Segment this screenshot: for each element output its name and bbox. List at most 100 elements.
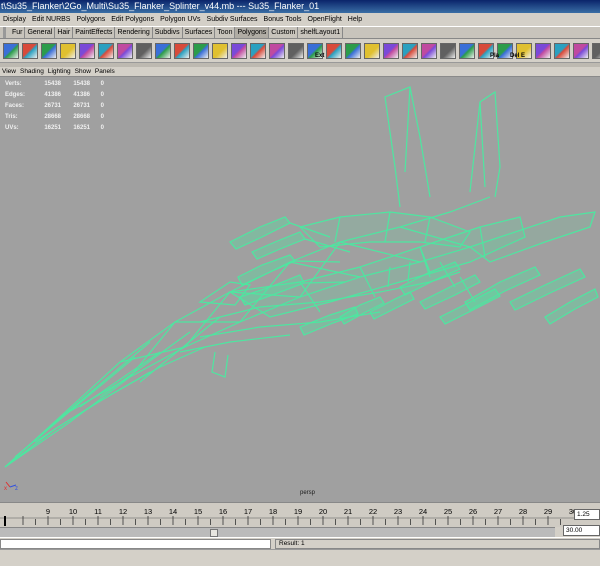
- hud-value: 0: [100, 114, 104, 120]
- menu-openflight[interactable]: OpenFlight: [305, 13, 345, 26]
- panel-menu-panels[interactable]: Panels: [93, 67, 117, 77]
- hud-label: Edges:: [5, 92, 26, 98]
- timeline-tick-label: 12: [119, 507, 127, 516]
- shelf-tool-icon[interactable]: [269, 43, 285, 59]
- shelf-tab-fur[interactable]: Fur: [10, 27, 26, 38]
- timeline-tick-label: 20: [319, 507, 327, 516]
- range-slider[interactable]: [0, 527, 600, 537]
- shelf-tool-icon[interactable]: [41, 43, 57, 59]
- shelf-tool-icon[interactable]: [573, 43, 589, 59]
- shelf-tab-hair[interactable]: Hair: [55, 27, 74, 38]
- menu-display[interactable]: Display: [0, 13, 29, 26]
- timeline-tick-label: 24: [419, 507, 427, 516]
- su35-wireframe-model[interactable]: [0, 77, 600, 502]
- menu-subdiv-surfaces[interactable]: Subdiv Surfaces: [204, 13, 261, 26]
- hud-value: 0: [100, 103, 104, 109]
- hud-value: 0: [100, 92, 104, 98]
- shelf-tab-rendering[interactable]: Rendering: [115, 27, 153, 38]
- shelf-icon-bar: Ext Pla Del E: [0, 39, 600, 63]
- shelf-tool-icon[interactable]: [364, 43, 380, 59]
- menu-polygons[interactable]: Polygons: [73, 13, 108, 26]
- axis-gizmo-icon: x z: [4, 481, 18, 491]
- hud-label: UVs:: [5, 125, 19, 131]
- shelf-tool-icon[interactable]: [459, 43, 475, 59]
- shelf-tool-icon[interactable]: [250, 43, 266, 59]
- panel-menu-shading[interactable]: Shading: [18, 67, 46, 77]
- perspective-viewport[interactable]: Verts: 15438 15438 0 Edges: 41386 41386 0 Faces:…: [0, 77, 600, 502]
- shelf-tool-icon[interactable]: [326, 43, 342, 59]
- shelf-tool-icon[interactable]: [345, 43, 361, 59]
- shelf-tab-subdivs[interactable]: Subdivs: [153, 27, 183, 38]
- shelf-tool-icon[interactable]: [117, 43, 133, 59]
- timeline-tick-label: 21: [344, 507, 352, 516]
- shelf-tool-icon[interactable]: [136, 43, 152, 59]
- shelf-tool-icon[interactable]: [402, 43, 418, 59]
- shelf-tool-icon[interactable]: [212, 43, 228, 59]
- timeline-tick-label: 28: [519, 507, 527, 516]
- shelf-tool-icon[interactable]: [231, 43, 247, 59]
- shelf-tab-toon[interactable]: Toon: [215, 27, 236, 38]
- timeline-tick-label: 14: [169, 507, 177, 516]
- shelf-tab-painteffects[interactable]: PaintEffects: [73, 27, 116, 38]
- menu-edit-polygons[interactable]: Edit Polygons: [108, 13, 157, 26]
- shelf-icon-label: Ext: [315, 53, 325, 59]
- shelf-tool-icon[interactable]: [174, 43, 190, 59]
- timeline-tick-label: 13: [144, 507, 152, 516]
- timeline-tick-label: 26: [469, 507, 477, 516]
- shelf-tool-icon[interactable]: [288, 43, 304, 59]
- hud-label: Verts:: [5, 81, 22, 87]
- shelf-tool-icon[interactable]: [155, 43, 171, 59]
- timeline-tick-label: 25: [444, 507, 452, 516]
- time-slider-ruler[interactable]: 9 10 11 12 13 14 15 16 17 18 19 20 21 22 23 24 25 26 27 28 2…: [0, 503, 575, 528]
- shelf-tab-surfaces[interactable]: Surfaces: [183, 27, 216, 38]
- shelf-menu-grip[interactable]: [3, 27, 6, 38]
- shelf-tab-shelflayout1[interactable]: shelfLayout1: [298, 27, 344, 38]
- panel-menu-show[interactable]: Show: [73, 67, 93, 77]
- timeline-tick-label: 23: [394, 507, 402, 516]
- shelf-tool-icon[interactable]: [193, 43, 209, 59]
- hud-row: Verts: 15438 15438 0: [5, 79, 104, 90]
- hud-value: 28668: [73, 114, 90, 120]
- shelf-tool-icon[interactable]: [79, 43, 95, 59]
- hud-value: 0: [100, 125, 104, 131]
- hud-value: 16251: [73, 125, 90, 131]
- menu-edit-nurbs[interactable]: Edit NURBS: [29, 13, 74, 26]
- shelf-tab-custom[interactable]: Custom: [269, 27, 299, 38]
- timeline-tick-label: 18: [269, 507, 277, 516]
- timeline-tick-label: 22: [369, 507, 377, 516]
- menu-bonus-tools[interactable]: Bonus Tools: [261, 13, 305, 26]
- playhead-marker[interactable]: [4, 516, 6, 526]
- camera-label: persp: [300, 490, 316, 496]
- hud-value: 16251: [44, 125, 61, 131]
- maya-window: t\Su35_Flanker\2Go_Multi\Su35_Flanker_Sp…: [0, 0, 600, 566]
- timeline-tick-label: 15: [194, 507, 202, 516]
- range-slider-thumb[interactable]: [210, 529, 218, 537]
- panel-menu-lighting[interactable]: Lighting: [46, 67, 73, 77]
- shelf-tool-icon[interactable]: [592, 43, 600, 59]
- shelf-tool-icon[interactable]: [421, 43, 437, 59]
- shelf-tab-general[interactable]: General: [25, 27, 56, 38]
- help-line: [0, 549, 600, 566]
- shelf-tool-icon[interactable]: [440, 43, 456, 59]
- panel-menu-view[interactable]: View: [0, 67, 18, 77]
- shelf-tool-icon[interactable]: [98, 43, 114, 59]
- menu-polygon-uvs[interactable]: Polygon UVs: [157, 13, 203, 26]
- current-frame-field[interactable]: 1.25: [574, 509, 600, 520]
- range-slider-track[interactable]: [0, 527, 555, 537]
- command-result: Result: 1: [275, 539, 600, 549]
- shelf-tool-icon[interactable]: [535, 43, 551, 59]
- shelf-tab-polygons[interactable]: Polygons: [235, 27, 270, 38]
- shelf-tool-icon[interactable]: [22, 43, 38, 59]
- range-end-field[interactable]: 30.00: [563, 525, 600, 536]
- menu-help[interactable]: Help: [345, 13, 365, 26]
- timeline-tick-label: 11: [94, 507, 102, 516]
- hud-value: 26731: [44, 103, 61, 109]
- shelf-tool-icon[interactable]: [60, 43, 76, 59]
- timeline-tick-label: 19: [294, 507, 302, 516]
- shelf-tool-icon[interactable]: [3, 43, 19, 59]
- time-slider[interactable]: 9 10 11 12 13 14 15 16 17 18 19 20 21 22 23 24 25 26 27 28 2…: [0, 502, 600, 527]
- shelf-tool-icon[interactable]: [383, 43, 399, 59]
- command-input[interactable]: [0, 539, 271, 549]
- shelf-tool-icon[interactable]: [554, 43, 570, 59]
- poly-count-hud: Verts: 15438 15438 0 Edges: 41386 41386 0 Faces:…: [5, 79, 104, 134]
